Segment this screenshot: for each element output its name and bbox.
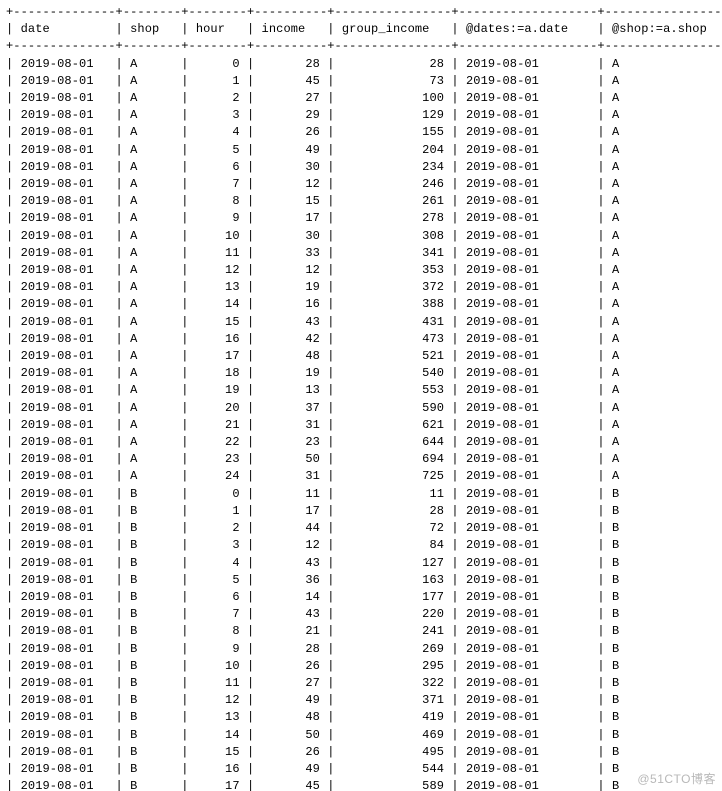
watermark-label: @51CTO博客 (637, 770, 716, 787)
query-result-table: +--------------+--------+--------+------… (0, 0, 722, 791)
